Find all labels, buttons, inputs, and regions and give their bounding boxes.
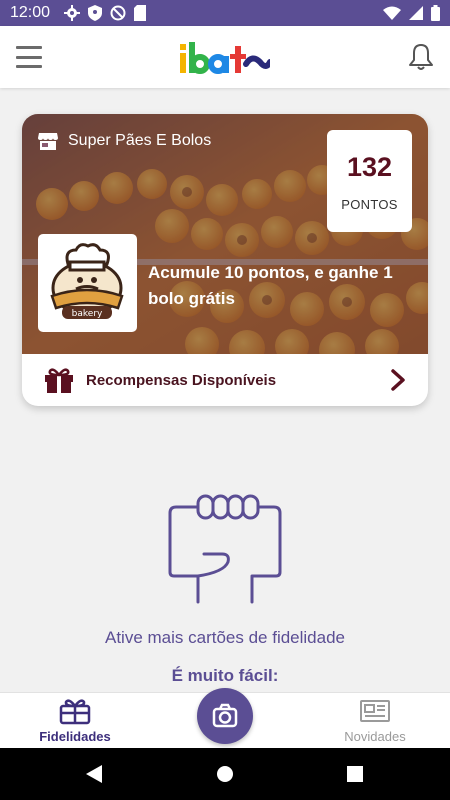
app-bar (0, 26, 450, 88)
gift-card-icon (59, 699, 91, 725)
wifi-icon (383, 6, 401, 20)
back-icon[interactable] (82, 762, 106, 786)
camera-icon (212, 703, 238, 728)
promo-text: Acumule 10 pontos, e ganhe 1 bolo grátis (148, 263, 393, 308)
gift-icon (45, 368, 73, 393)
tab-novidades[interactable]: Novidades (300, 693, 450, 749)
bell-icon[interactable] (406, 42, 436, 72)
logo-text: bakery (72, 309, 103, 319)
status-right-icons (383, 5, 440, 21)
points-label: PONTOS (341, 197, 398, 212)
store-row: Super Pães E Bolos (38, 132, 211, 150)
tab-label: Fidelidades (39, 729, 111, 744)
points-box: 132 PONTOS (327, 130, 412, 232)
fist-icon (168, 494, 282, 604)
tab-fidelidades[interactable]: Fidelidades (0, 693, 150, 749)
camera-button[interactable] (197, 688, 253, 744)
store-icon (38, 133, 58, 150)
sd-card-icon (134, 5, 147, 21)
menu-bar (16, 65, 42, 68)
card-hero: Super Pães E Bolos 132 PONTOS bakery Acu… (22, 114, 428, 354)
tab-label: Novidades (344, 729, 406, 744)
easy-subtitle: É muito fácil: (171, 666, 279, 685)
menu-bar (16, 46, 42, 49)
at-sign-icon (110, 5, 126, 21)
store-logo: bakery (38, 234, 137, 332)
status-left-icons (64, 5, 147, 21)
status-bar: 12:00 (0, 0, 450, 26)
shield-icon (88, 5, 103, 21)
signal-icon (409, 6, 423, 20)
settings-icon (64, 5, 81, 21)
store-name: Super Pães E Bolos (68, 132, 212, 149)
activate-cards-message: Ative mais cartões de fidelidade (104, 628, 346, 647)
recents-icon[interactable] (343, 762, 367, 786)
newspaper-icon (360, 700, 390, 722)
rewards-available-row[interactable]: Recompensas Disponíveis (22, 354, 428, 406)
ibato-logo (180, 42, 270, 74)
rewards-label: Recompensas Disponíveis (86, 371, 277, 389)
home-icon[interactable] (213, 762, 237, 786)
system-navigation-bar (0, 748, 450, 800)
menu-bar (16, 55, 42, 59)
status-time: 12:00 (10, 4, 51, 21)
menu-button[interactable] (16, 46, 42, 68)
chevron-right-icon (391, 369, 405, 391)
bakery-chef-logo: bakery (50, 243, 124, 319)
battery-icon (431, 5, 440, 21)
loyalty-card[interactable]: Super Pães E Bolos 132 PONTOS bakery Acu… (22, 114, 428, 406)
points-value: 132 (346, 152, 393, 182)
